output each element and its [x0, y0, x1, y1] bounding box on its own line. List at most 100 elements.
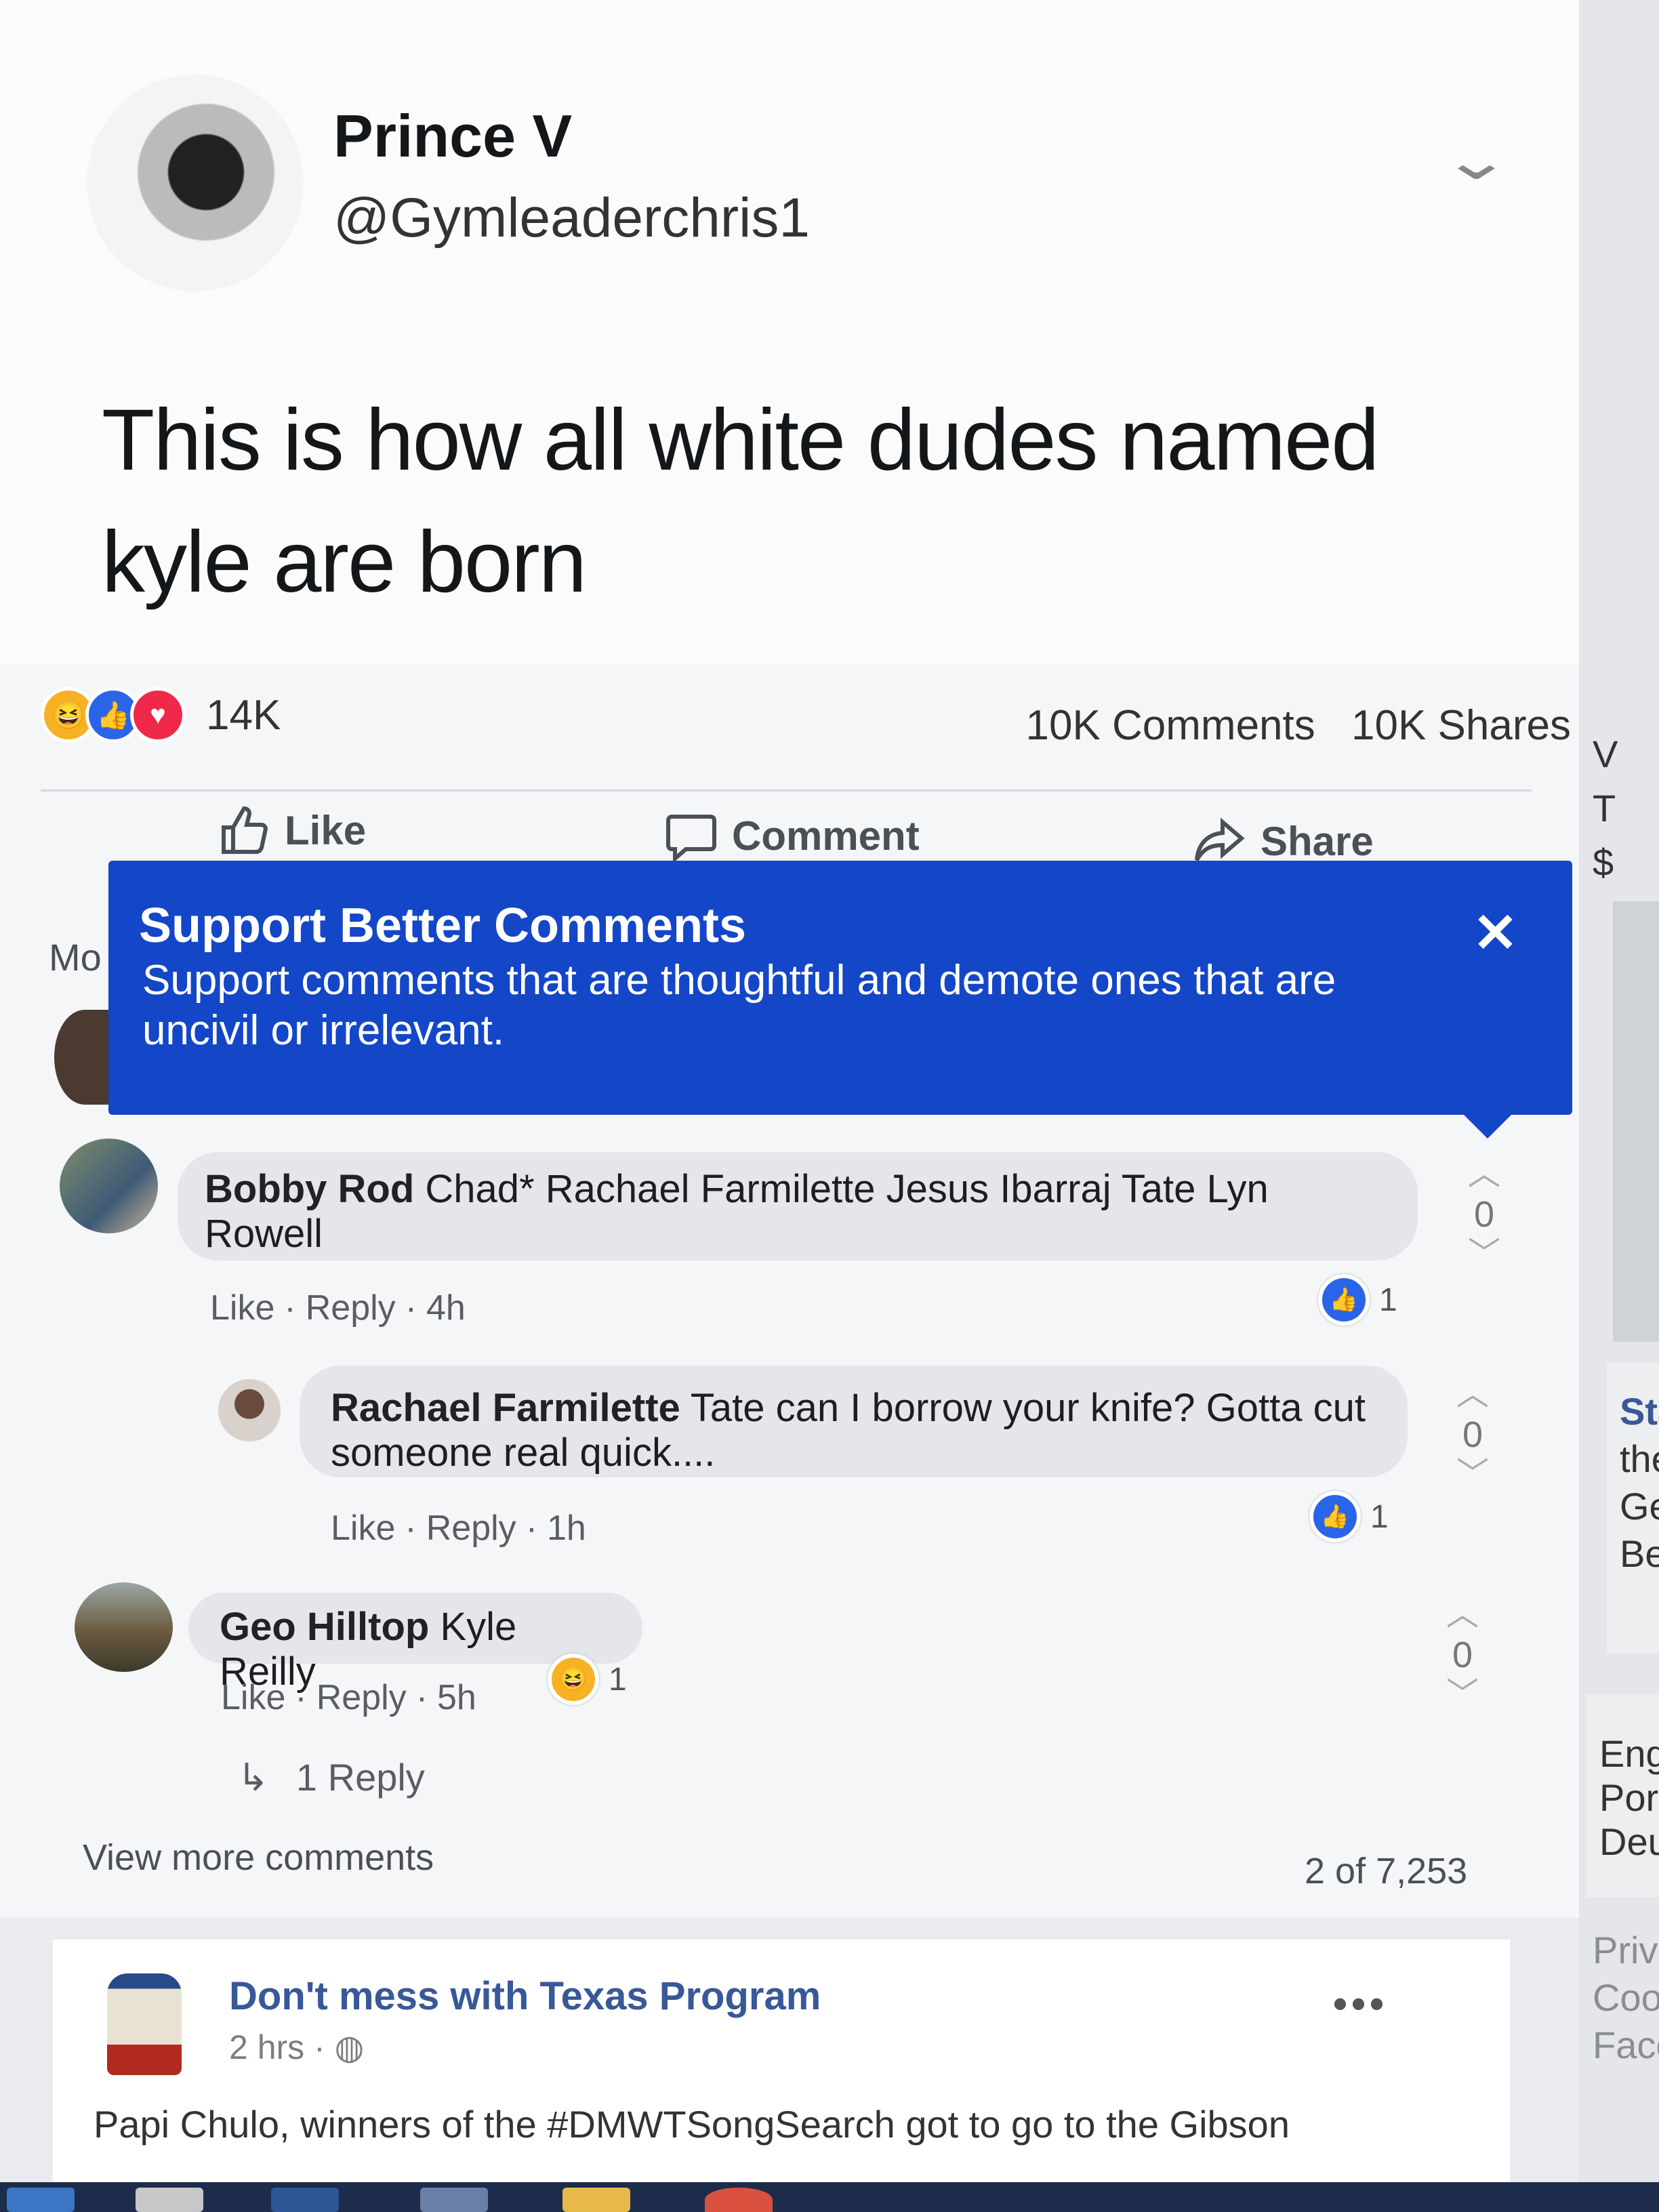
- tweet-avatar: [87, 75, 304, 291]
- sidebar-text: $: [1593, 841, 1614, 884]
- comment-reaction-badge[interactable]: 😆 1: [548, 1654, 627, 1705]
- language-card: Eng Port Deut: [1586, 1694, 1659, 1898]
- divider: [41, 790, 1532, 792]
- downvote-icon[interactable]: ﹀: [1457, 1235, 1511, 1273]
- comment-like-link[interactable]: Like: [331, 1509, 395, 1548]
- word-app-icon[interactable]: [271, 2188, 339, 2212]
- footer-link[interactable]: Face: [1593, 2023, 1659, 2067]
- language-link[interactable]: Eng: [1599, 1732, 1659, 1776]
- comment-text: Tate can I borrow your knife? Gotta cut: [680, 1386, 1366, 1430]
- downvote-icon[interactable]: ﹀: [1446, 1456, 1500, 1494]
- page-avatar[interactable]: [107, 1973, 182, 2075]
- comment-like-link[interactable]: Like: [221, 1678, 285, 1717]
- reaction-count: 1: [1379, 1282, 1397, 1318]
- footer-link[interactable]: Priva: [1593, 1928, 1659, 1972]
- view-more-comments-link[interactable]: View more comments: [83, 1837, 434, 1879]
- comment-text: Chad* Rachael Farmilette Jesus Ibarraj T…: [414, 1167, 1269, 1211]
- tweet-text: This is how all white dudes named kyle a…: [102, 380, 1389, 623]
- banner-body: Support comments that are thoughtful and…: [142, 957, 1336, 1054]
- right-sidebar: V T $ Sta the Ge Bec Eng Port Deut Priva…: [1579, 0, 1659, 2212]
- comment-reply-link[interactable]: Reply: [306, 1288, 396, 1328]
- comment-button[interactable]: Comment: [664, 808, 920, 863]
- post-time: 2 hrs: [229, 2028, 305, 2066]
- like-button[interactable]: Like: [217, 803, 366, 857]
- language-link[interactable]: Deut: [1599, 1820, 1659, 1864]
- post-stats: 10K Comments 10K Shares: [1001, 701, 1571, 750]
- downvote-icon[interactable]: ﹀: [1435, 1676, 1490, 1714]
- chevron-down-icon: ⌄: [1439, 130, 1513, 190]
- comment-time: 5h: [437, 1678, 476, 1717]
- comment-reply-link[interactable]: Reply: [316, 1678, 407, 1717]
- comment-time: 1h: [547, 1509, 586, 1548]
- thumbs-up-icon: [222, 806, 268, 854]
- folder-app-icon[interactable]: [562, 2188, 630, 2212]
- comment-author[interactable]: Bobby Rod: [205, 1167, 414, 1211]
- page-name[interactable]: Don't mess with Texas Program: [229, 1973, 821, 2019]
- comment-reply-link[interactable]: Reply: [426, 1509, 516, 1548]
- sidebar-image[interactable]: [1613, 901, 1659, 1342]
- comments-count[interactable]: 10K Comments: [1025, 702, 1315, 749]
- comment-like-link[interactable]: Like: [210, 1288, 274, 1328]
- comment-meta: Like · Reply · 1h: [331, 1509, 586, 1548]
- comment-bubble: Rachael Farmilette Tate can I borrow you…: [300, 1366, 1408, 1477]
- share-icon: [1195, 817, 1245, 861]
- comment-reaction-badge[interactable]: 👍 1: [1309, 1491, 1389, 1542]
- tweet-author-name: Prince V: [333, 102, 573, 169]
- support-better-comments-banner: Support Better Comments Support comments…: [108, 861, 1572, 1115]
- comment-bubble: Bobby Rod Chad* Rachael Farmilette Jesus…: [178, 1152, 1418, 1261]
- photos-app-icon[interactable]: [420, 2188, 488, 2212]
- comment-avatar[interactable]: [75, 1582, 173, 1672]
- tweet-author-handle: @Gymleaderchris1: [333, 187, 811, 249]
- sidebar-text: Ge: [1620, 1485, 1659, 1528]
- comment-author[interactable]: Geo Hilltop: [220, 1605, 429, 1649]
- footer-link[interactable]: Cook: [1593, 1975, 1659, 2020]
- post-text: Papi Chulo, winners of the #DMWTSongSear…: [94, 2103, 1290, 2146]
- reaction-summary[interactable]: 😆 👍 ♥ 14K: [41, 684, 281, 745]
- sidebar-card: Sta the Ge Bec: [1606, 1362, 1659, 1654]
- sidebar-text[interactable]: Sta: [1620, 1389, 1659, 1433]
- upvote-icon[interactable]: ︿: [1457, 1155, 1511, 1193]
- comment-text: someone real quick....: [331, 1431, 716, 1475]
- language-link[interactable]: Port: [1599, 1776, 1659, 1820]
- chrome-app-icon[interactable]: [705, 2188, 773, 2212]
- shares-count[interactable]: 10K Shares: [1351, 702, 1571, 749]
- reaction-count: 1: [609, 1661, 627, 1698]
- close-icon[interactable]: ✕: [1473, 901, 1518, 964]
- comment-time: 4h: [426, 1288, 466, 1328]
- most-relevant-partial[interactable]: Mo: [49, 935, 102, 979]
- tweet-image[interactable]: Prince V @Gymleaderchris1 ⌄ This is how …: [0, 0, 1579, 664]
- comment-icon: [666, 815, 716, 863]
- banner-pointer: [1460, 1111, 1515, 1139]
- share-button[interactable]: Share: [1193, 814, 1374, 868]
- view-replies-link[interactable]: ↳ 1 Reply: [237, 1755, 425, 1800]
- comment-meta: Like · Reply · 5h: [221, 1678, 476, 1717]
- sidebar-text: T: [1593, 787, 1616, 830]
- vote-count: 0: [1452, 1635, 1473, 1675]
- comment-avatar[interactable]: [60, 1139, 158, 1233]
- share-label: Share: [1261, 818, 1374, 864]
- post-timestamp[interactable]: 2 hrs · ◍: [229, 2028, 364, 2067]
- comment-reaction-badge[interactable]: 👍 1: [1318, 1274, 1397, 1326]
- comment-avatar[interactable]: [218, 1379, 281, 1441]
- reaction-count[interactable]: 14K: [206, 691, 281, 739]
- sidebar-text: V: [1593, 733, 1618, 775]
- more-options-icon[interactable]: •••: [1333, 1980, 1388, 2027]
- mail-app-icon[interactable]: [7, 2188, 75, 2212]
- upvote-icon[interactable]: ︿: [1446, 1376, 1500, 1414]
- comments-pagination: 2 of 7,253: [1305, 1851, 1468, 1891]
- comment-text: Rowell: [205, 1212, 323, 1256]
- reply-arrow-icon: ↳: [237, 1756, 269, 1799]
- comment-author[interactable]: Rachael Farmilette: [331, 1386, 680, 1430]
- thumbs-up-icon: 👍: [1309, 1491, 1361, 1542]
- upvote-icon[interactable]: ︿: [1435, 1596, 1490, 1634]
- vote-count: 0: [1473, 1194, 1495, 1235]
- globe-icon: ◍: [334, 2028, 365, 2066]
- like-label: Like: [285, 807, 367, 853]
- os-taskbar: [0, 2182, 1659, 2212]
- love-reaction-icon: ♥: [130, 687, 186, 743]
- comment-label: Comment: [732, 813, 920, 859]
- store-app-icon[interactable]: [136, 2188, 203, 2212]
- tweet-text-line: This is how all white dudes named: [102, 392, 1379, 489]
- comment-vote: ︿ 0 ﹀: [1435, 1596, 1490, 1714]
- comment-vote: ︿ 0 ﹀: [1457, 1155, 1511, 1273]
